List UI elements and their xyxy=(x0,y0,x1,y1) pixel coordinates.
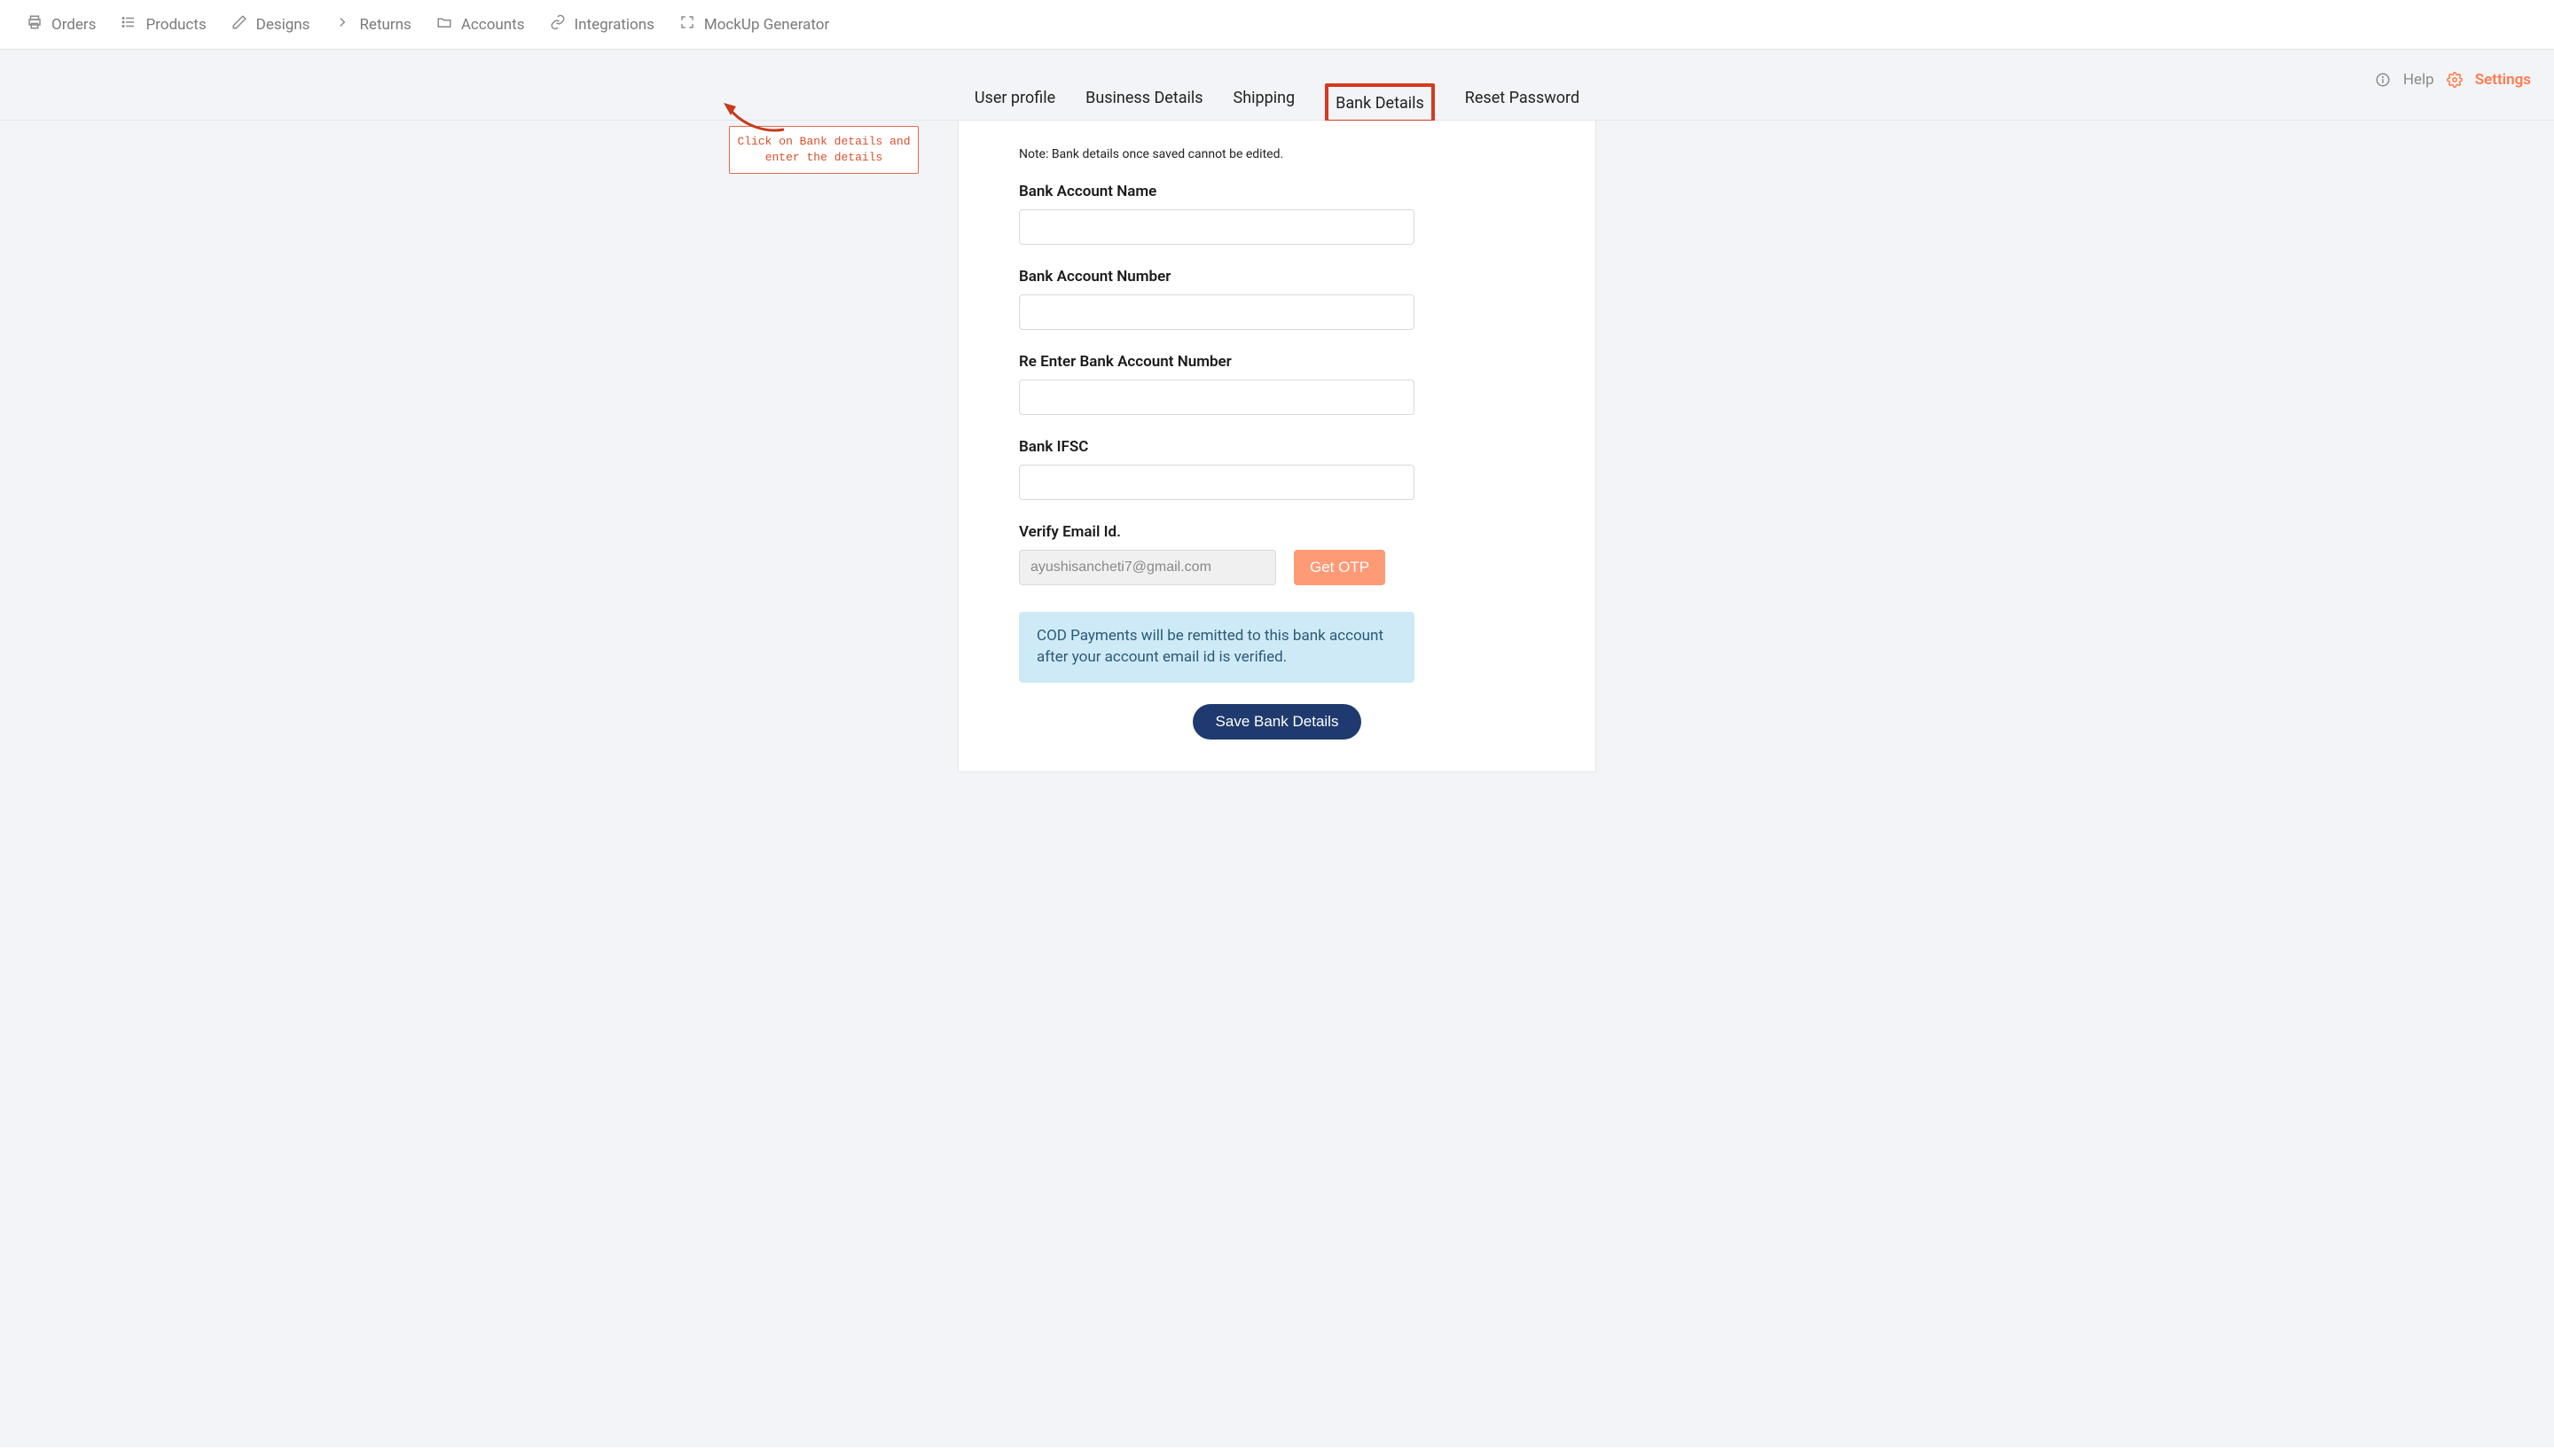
verify-email-row: Get OTP xyxy=(1019,550,1535,585)
input-bank-account-name[interactable] xyxy=(1019,209,1414,245)
cod-info-box: COD Payments will be remitted to this ba… xyxy=(1019,612,1414,683)
group-verify-email: Verify Email Id. Get OTP xyxy=(1019,523,1535,585)
input-verify-email xyxy=(1019,550,1276,585)
group-bank-account-name: Bank Account Name xyxy=(1019,183,1535,245)
printer-icon xyxy=(27,14,43,35)
annotation: Click on Bank details and enter the deta… xyxy=(729,126,919,174)
nav-products[interactable]: Products xyxy=(121,14,206,35)
page-background: Help Settings User profile Business Deta… xyxy=(0,50,2554,1447)
nav-mockup-generator[interactable]: MockUp Generator xyxy=(679,14,829,35)
label-re-bank-account-number: Re Enter Bank Account Number xyxy=(1019,353,1535,371)
save-bank-details-button[interactable]: Save Bank Details xyxy=(1193,704,1362,740)
tab-bank-details[interactable]: Bank Details xyxy=(1325,83,1435,123)
group-re-bank-account-number: Re Enter Bank Account Number xyxy=(1019,353,1535,415)
note-text: Note: Bank details once saved cannot be … xyxy=(1019,147,1535,161)
nav-orders[interactable]: Orders xyxy=(27,14,96,35)
tab-reset-password[interactable]: Reset Password xyxy=(1465,76,1579,120)
nav-integrations[interactable]: Integrations xyxy=(550,14,654,35)
label-bank-account-number: Bank Account Number xyxy=(1019,268,1535,286)
nav-accounts[interactable]: Accounts xyxy=(436,14,525,35)
input-bank-ifsc[interactable] xyxy=(1019,465,1414,500)
label-verify-email: Verify Email Id. xyxy=(1019,523,1535,541)
nav-orders-label: Orders xyxy=(51,16,96,34)
input-re-bank-account-number[interactable] xyxy=(1019,380,1414,415)
nav-integrations-label: Integrations xyxy=(575,16,654,34)
input-bank-account-number[interactable] xyxy=(1019,294,1414,330)
link-icon xyxy=(550,14,566,35)
group-bank-ifsc: Bank IFSC xyxy=(1019,438,1535,500)
tab-user-profile[interactable]: User profile xyxy=(975,76,1055,120)
bank-details-card: Note: Bank details once saved cannot be … xyxy=(958,121,1596,772)
label-bank-account-name: Bank Account Name xyxy=(1019,183,1535,200)
folder-icon xyxy=(436,14,452,35)
expand-icon xyxy=(679,14,695,35)
list-icon xyxy=(121,14,137,35)
settings-tabs: User profile Business Details Shipping B… xyxy=(0,76,2554,121)
tab-bank-details-inner: Bank Details xyxy=(1336,94,1424,113)
pencil-icon xyxy=(231,14,247,35)
nav-products-label: Products xyxy=(145,16,206,34)
nav-designs-label: Designs xyxy=(256,16,310,34)
group-bank-account-number: Bank Account Number xyxy=(1019,268,1535,330)
nav-accounts-label: Accounts xyxy=(461,16,525,34)
nav-mockup-label: MockUp Generator xyxy=(704,16,829,34)
nav-returns-label: Returns xyxy=(359,16,411,34)
top-nav: Orders Products Designs Returns Accounts… xyxy=(0,0,2554,50)
get-otp-button[interactable]: Get OTP xyxy=(1294,550,1385,585)
label-bank-ifsc: Bank IFSC xyxy=(1019,438,1535,456)
save-row: Save Bank Details xyxy=(1019,704,1535,740)
nav-returns[interactable]: Returns xyxy=(334,14,411,35)
tab-business-details[interactable]: Business Details xyxy=(1085,76,1203,120)
tab-shipping[interactable]: Shipping xyxy=(1234,76,1296,120)
annotation-arrow-icon xyxy=(724,99,787,135)
nav-designs[interactable]: Designs xyxy=(231,14,310,35)
chevron-right-icon xyxy=(334,14,350,35)
